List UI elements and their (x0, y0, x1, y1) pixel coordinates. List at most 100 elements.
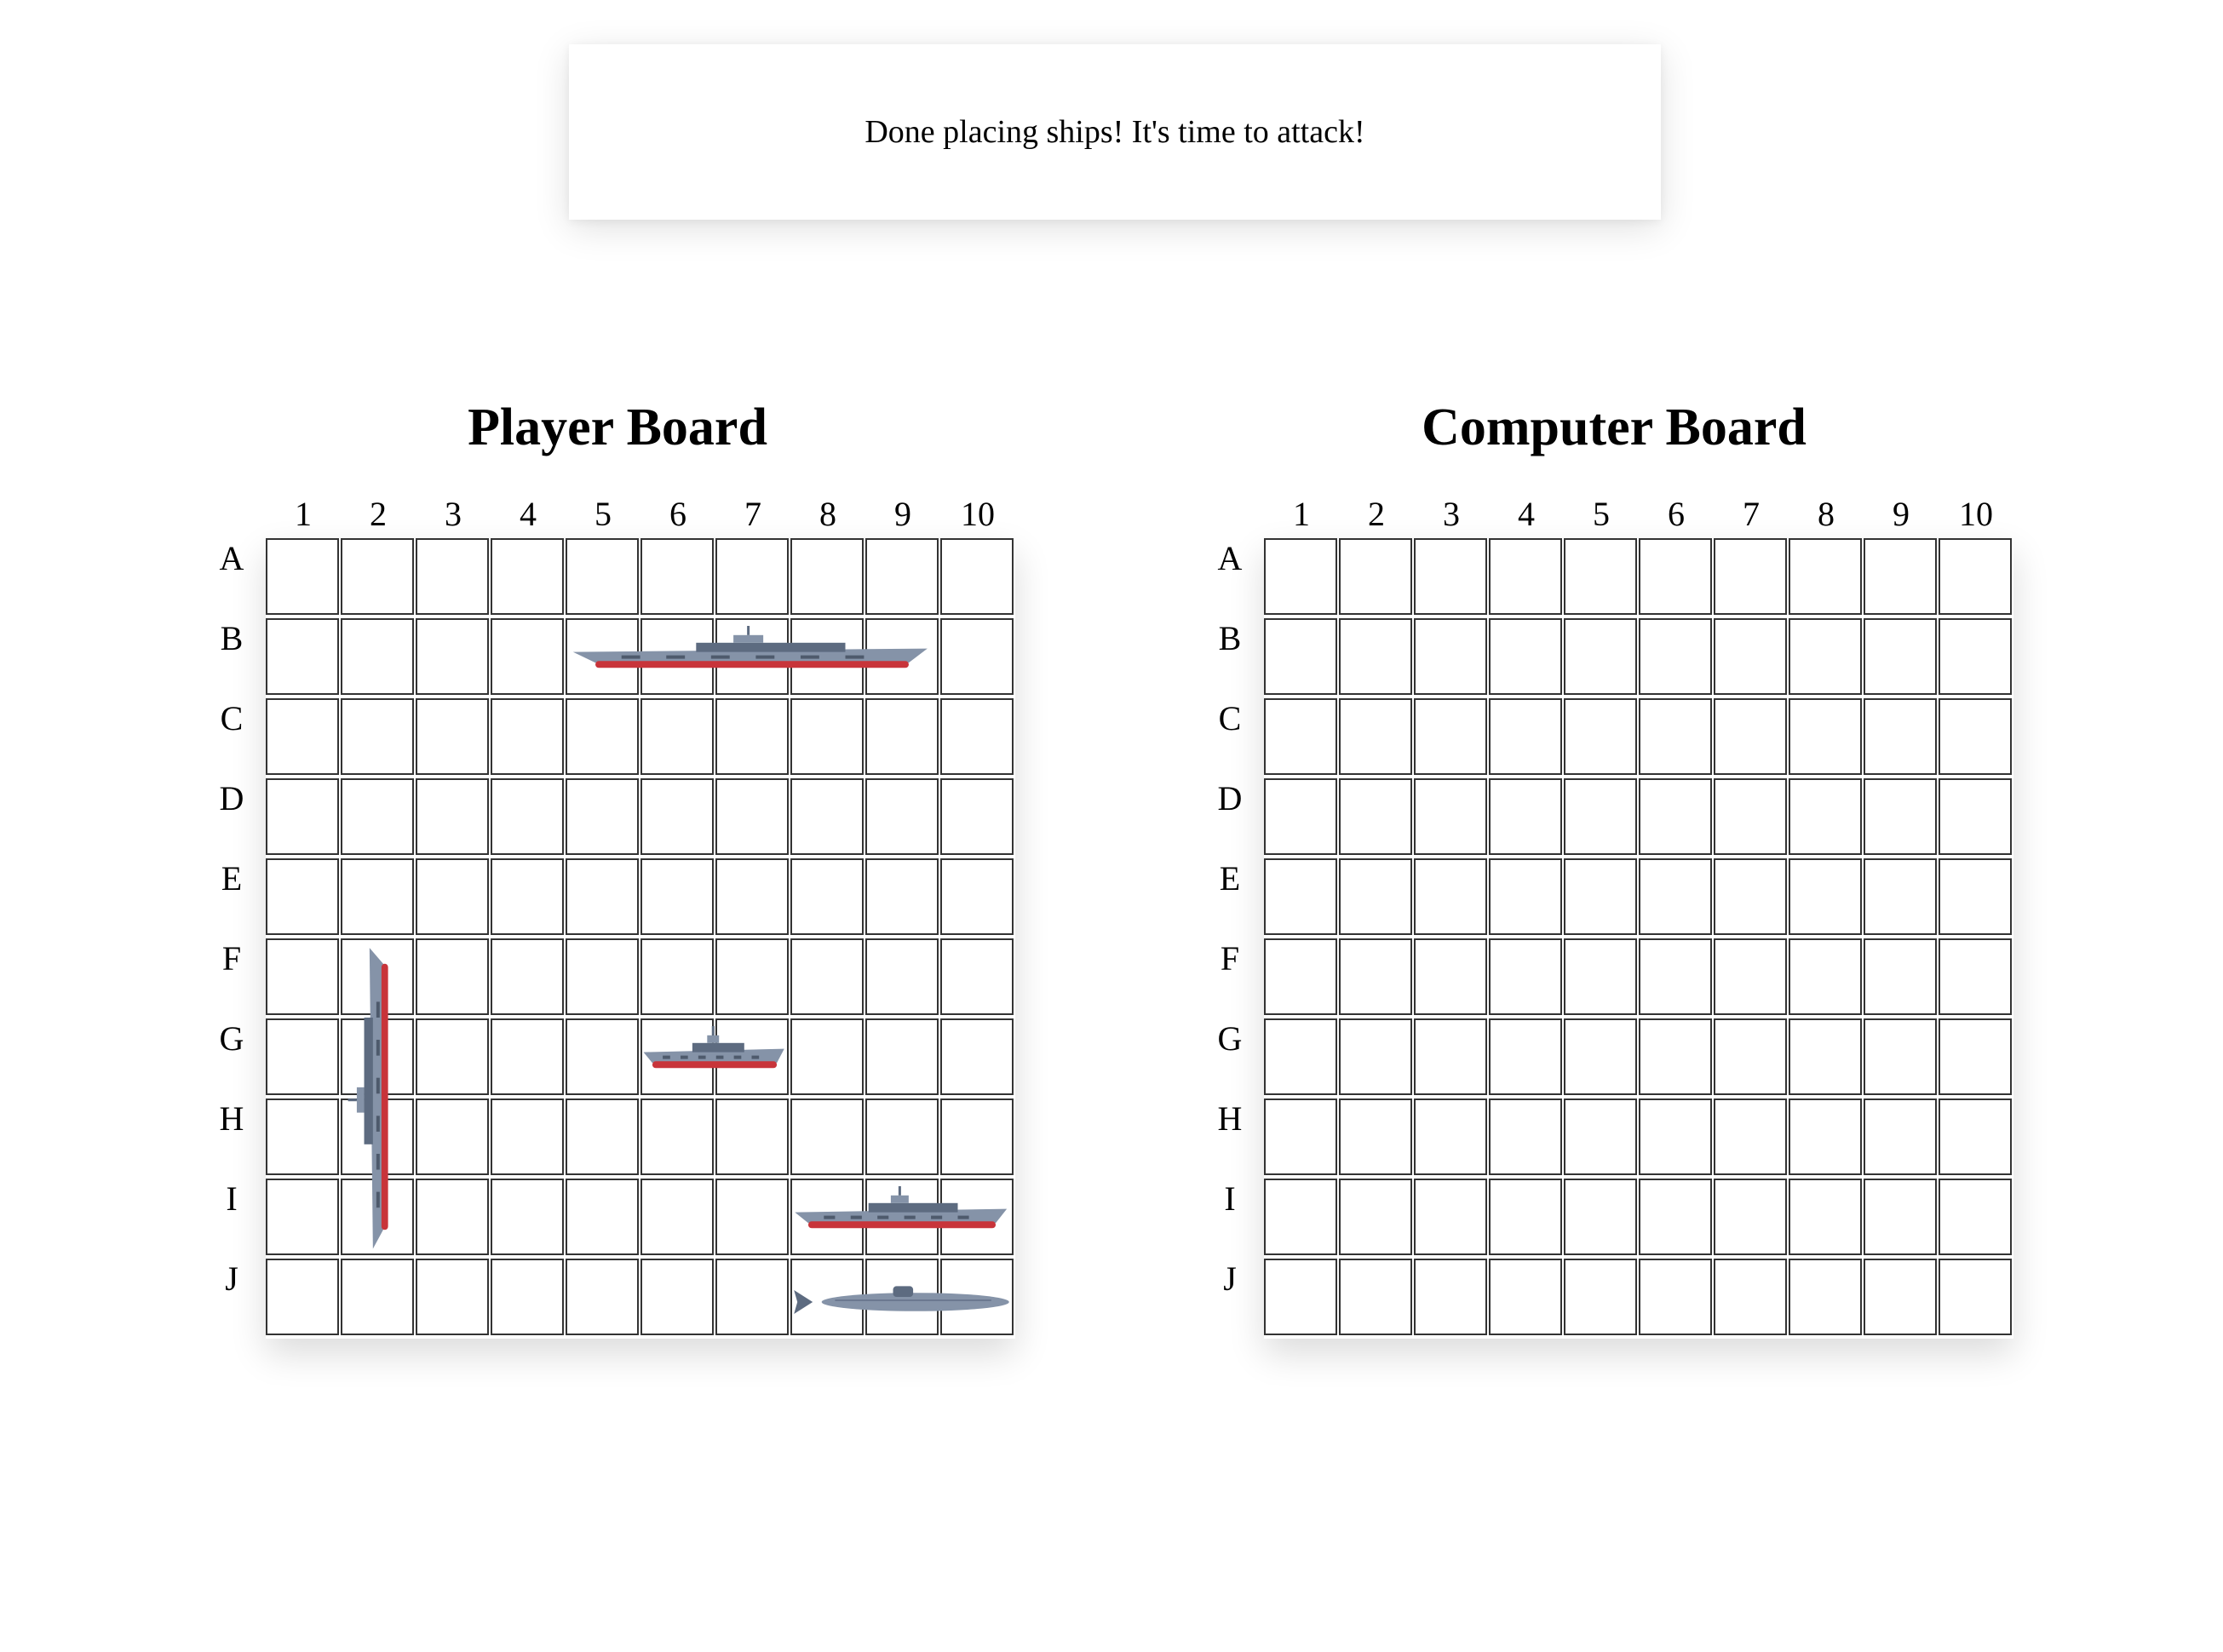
player-cell-a4[interactable] (491, 538, 564, 615)
player-cell-j10[interactable] (940, 1259, 1014, 1335)
computer-cell-h5[interactable] (1564, 1098, 1637, 1175)
computer-cell-g7[interactable] (1714, 1018, 1787, 1095)
player-cell-a2[interactable] (341, 538, 414, 615)
player-cell-d6[interactable] (640, 778, 714, 855)
player-cell-j9[interactable] (865, 1259, 939, 1335)
player-cell-a1[interactable] (266, 538, 339, 615)
player-cell-d3[interactable] (416, 778, 489, 855)
player-cell-i8[interactable] (790, 1179, 864, 1255)
player-cell-e6[interactable] (640, 858, 714, 935)
computer-cell-h9[interactable] (1864, 1098, 1937, 1175)
computer-cell-j5[interactable] (1564, 1259, 1637, 1335)
computer-cell-b7[interactable] (1714, 618, 1787, 695)
player-cell-b7[interactable] (715, 618, 789, 695)
computer-cell-b8[interactable] (1789, 618, 1862, 695)
computer-cell-j8[interactable] (1789, 1259, 1862, 1335)
player-cell-h1[interactable] (266, 1098, 339, 1175)
computer-cell-c6[interactable] (1639, 698, 1712, 775)
computer-cell-i3[interactable] (1414, 1179, 1487, 1255)
computer-cell-d6[interactable] (1639, 778, 1712, 855)
computer-cell-h2[interactable] (1339, 1098, 1412, 1175)
player-cell-c6[interactable] (640, 698, 714, 775)
computer-cell-h1[interactable] (1264, 1098, 1337, 1175)
player-cell-e7[interactable] (715, 858, 789, 935)
player-cell-c5[interactable] (566, 698, 639, 775)
player-cell-h6[interactable] (640, 1098, 714, 1175)
player-cell-d1[interactable] (266, 778, 339, 855)
computer-cell-g9[interactable] (1864, 1018, 1937, 1095)
computer-cell-f10[interactable] (1939, 938, 2012, 1015)
player-cell-i9[interactable] (865, 1179, 939, 1255)
computer-cell-h7[interactable] (1714, 1098, 1787, 1175)
computer-cell-d10[interactable] (1939, 778, 2012, 855)
player-cell-i10[interactable] (940, 1179, 1014, 1255)
player-cell-f2[interactable] (341, 938, 414, 1015)
computer-cell-g6[interactable] (1639, 1018, 1712, 1095)
player-cell-a7[interactable] (715, 538, 789, 615)
computer-cell-e3[interactable] (1414, 858, 1487, 935)
computer-cell-j2[interactable] (1339, 1259, 1412, 1335)
computer-cell-i1[interactable] (1264, 1179, 1337, 1255)
player-cell-e3[interactable] (416, 858, 489, 935)
player-cell-g1[interactable] (266, 1018, 339, 1095)
computer-cell-h3[interactable] (1414, 1098, 1487, 1175)
player-cell-g7[interactable] (715, 1018, 789, 1095)
computer-cell-b3[interactable] (1414, 618, 1487, 695)
computer-cell-e10[interactable] (1939, 858, 2012, 935)
computer-cell-h4[interactable] (1489, 1098, 1562, 1175)
player-cell-b2[interactable] (341, 618, 414, 695)
computer-cell-a5[interactable] (1564, 538, 1637, 615)
player-cell-a10[interactable] (940, 538, 1014, 615)
player-cell-j3[interactable] (416, 1259, 489, 1335)
player-cell-b6[interactable] (640, 618, 714, 695)
computer-cell-j4[interactable] (1489, 1259, 1562, 1335)
computer-cell-c1[interactable] (1264, 698, 1337, 775)
player-cell-c2[interactable] (341, 698, 414, 775)
player-cell-j8[interactable] (790, 1259, 864, 1335)
computer-cell-i4[interactable] (1489, 1179, 1562, 1255)
player-cell-j2[interactable] (341, 1259, 414, 1335)
player-cell-a6[interactable] (640, 538, 714, 615)
player-cell-g5[interactable] (566, 1018, 639, 1095)
computer-cell-i8[interactable] (1789, 1179, 1862, 1255)
player-cell-e10[interactable] (940, 858, 1014, 935)
computer-cell-a4[interactable] (1489, 538, 1562, 615)
player-cell-b9[interactable] (865, 618, 939, 695)
player-cell-f5[interactable] (566, 938, 639, 1015)
player-cell-g4[interactable] (491, 1018, 564, 1095)
player-cell-i3[interactable] (416, 1179, 489, 1255)
computer-cell-a3[interactable] (1414, 538, 1487, 615)
player-cell-h3[interactable] (416, 1098, 489, 1175)
computer-cell-f2[interactable] (1339, 938, 1412, 1015)
computer-cell-b6[interactable] (1639, 618, 1712, 695)
computer-cell-e7[interactable] (1714, 858, 1787, 935)
computer-cell-e1[interactable] (1264, 858, 1337, 935)
player-cell-j4[interactable] (491, 1259, 564, 1335)
player-cell-d2[interactable] (341, 778, 414, 855)
player-cell-h9[interactable] (865, 1098, 939, 1175)
player-cell-d4[interactable] (491, 778, 564, 855)
player-cell-e5[interactable] (566, 858, 639, 935)
computer-cell-h8[interactable] (1789, 1098, 1862, 1175)
player-cell-c1[interactable] (266, 698, 339, 775)
computer-cell-g5[interactable] (1564, 1018, 1637, 1095)
computer-cell-a1[interactable] (1264, 538, 1337, 615)
computer-cell-c8[interactable] (1789, 698, 1862, 775)
player-cell-f7[interactable] (715, 938, 789, 1015)
player-cell-c3[interactable] (416, 698, 489, 775)
computer-cell-c10[interactable] (1939, 698, 2012, 775)
player-cell-i5[interactable] (566, 1179, 639, 1255)
player-cell-f6[interactable] (640, 938, 714, 1015)
computer-cell-h6[interactable] (1639, 1098, 1712, 1175)
computer-cell-c9[interactable] (1864, 698, 1937, 775)
computer-cell-c5[interactable] (1564, 698, 1637, 775)
player-cell-h10[interactable] (940, 1098, 1014, 1175)
player-cell-f8[interactable] (790, 938, 864, 1015)
player-cell-h7[interactable] (715, 1098, 789, 1175)
computer-cell-a9[interactable] (1864, 538, 1937, 615)
computer-cell-b5[interactable] (1564, 618, 1637, 695)
computer-cell-f7[interactable] (1714, 938, 1787, 1015)
player-cell-d10[interactable] (940, 778, 1014, 855)
player-cell-g6[interactable] (640, 1018, 714, 1095)
player-cell-j1[interactable] (266, 1259, 339, 1335)
